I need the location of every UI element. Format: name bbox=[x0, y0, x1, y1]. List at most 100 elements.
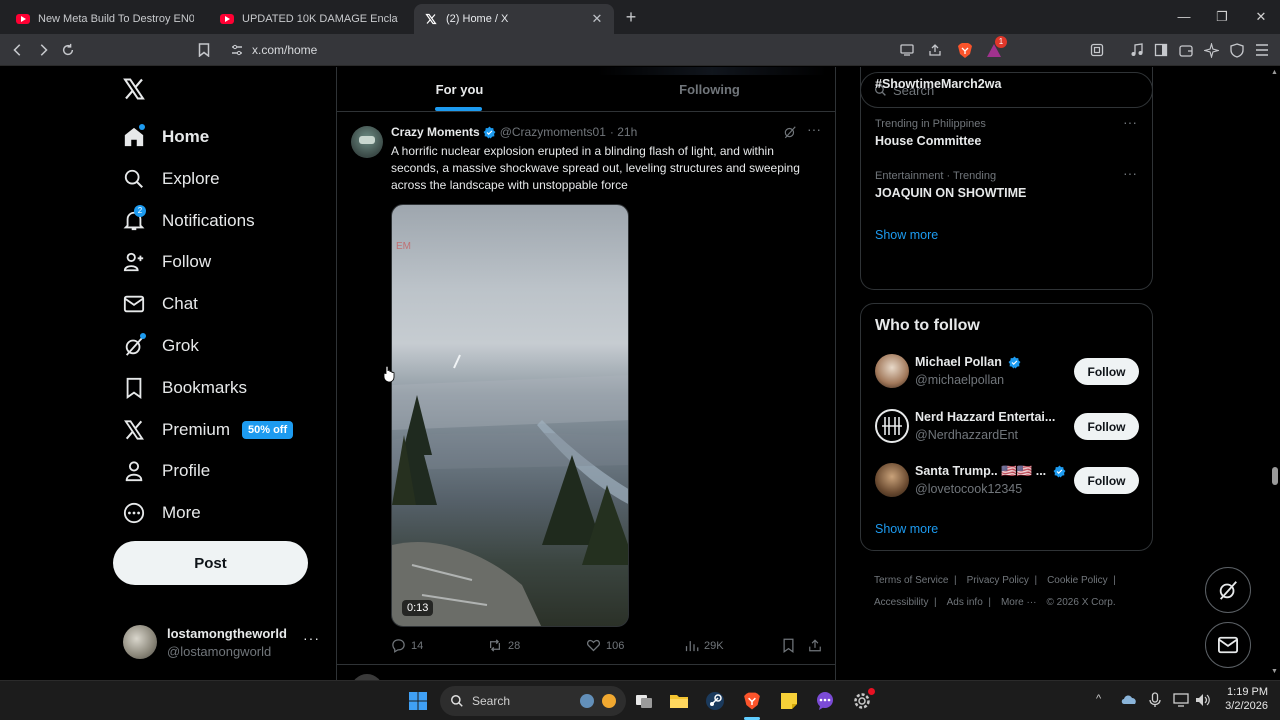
views-button[interactable]: 29K bbox=[684, 638, 724, 653]
file-explorer-icon[interactable] bbox=[666, 688, 692, 714]
minimize-button[interactable]: — bbox=[1166, 6, 1202, 28]
more-options-icon[interactable]: ··· bbox=[303, 630, 320, 646]
avatar[interactable] bbox=[875, 463, 909, 497]
browser-tab[interactable]: UPDATED 10K DAMAGE Enclave Plas bbox=[210, 4, 408, 34]
footer-link-ads[interactable]: Ads info bbox=[947, 597, 983, 608]
bookmark-page-icon[interactable] bbox=[194, 40, 214, 60]
account-switcher[interactable]: lostamongtheworld @lostamongworld ··· bbox=[113, 619, 328, 665]
follow-button[interactable]: Follow bbox=[1074, 358, 1139, 385]
screenshot-icon[interactable] bbox=[1087, 40, 1107, 60]
cast-icon[interactable] bbox=[897, 40, 917, 60]
media-icon[interactable] bbox=[1127, 40, 1147, 60]
browser-tab[interactable]: New Meta Build To Destroy EN06 Shi bbox=[6, 4, 204, 34]
tweet-avatar[interactable] bbox=[351, 126, 383, 158]
vpn-icon[interactable] bbox=[1227, 40, 1247, 60]
scrollbar[interactable]: ▲ ▼ bbox=[1269, 67, 1280, 680]
brave-shield-icon[interactable] bbox=[955, 40, 975, 60]
grok-tweet-icon[interactable] bbox=[783, 125, 797, 139]
brave-browser-icon[interactable] bbox=[739, 688, 765, 714]
trend-item[interactable]: Trending in Philippines House Committee bbox=[875, 118, 986, 148]
repost-button[interactable]: 28 bbox=[487, 638, 520, 653]
close-window-button[interactable]: ✕ bbox=[1243, 6, 1279, 28]
follow-show-more-link[interactable]: Show more bbox=[875, 522, 938, 536]
show-hidden-icons-icon[interactable]: ^ bbox=[1096, 693, 1101, 705]
nav-grok[interactable]: Grok bbox=[122, 329, 199, 363]
task-view-icon[interactable] bbox=[631, 688, 657, 714]
sidebar-toggle-icon[interactable] bbox=[1151, 40, 1171, 60]
bookmark-tweet-icon[interactable] bbox=[782, 638, 795, 653]
nav-chat[interactable]: Chat bbox=[122, 287, 198, 321]
tweet-author[interactable]: Crazy Moments bbox=[391, 125, 480, 139]
post-button[interactable]: Post bbox=[113, 541, 308, 585]
windows-start-icon[interactable] bbox=[405, 688, 431, 714]
tab-following[interactable]: Following bbox=[582, 67, 837, 111]
reply-button[interactable]: 14 bbox=[391, 638, 423, 653]
nav-label: Chat bbox=[162, 294, 198, 313]
steam-icon[interactable] bbox=[702, 688, 728, 714]
like-button[interactable]: 106 bbox=[586, 638, 624, 653]
system-clock[interactable]: 1:19 PM 3/2/2026 bbox=[1218, 686, 1268, 712]
site-info-icon[interactable] bbox=[222, 44, 252, 56]
leo-ai-icon[interactable] bbox=[1201, 40, 1221, 60]
share-icon[interactable] bbox=[925, 40, 945, 60]
forward-icon[interactable] bbox=[33, 40, 53, 60]
trend-more-icon[interactable]: ··· bbox=[1123, 114, 1137, 130]
tweet-video[interactable]: EM 0:13 bbox=[391, 204, 629, 627]
suggestion-name[interactable]: Michael Pollan bbox=[915, 355, 1021, 369]
microphone-icon[interactable] bbox=[1149, 692, 1161, 708]
nav-notifications[interactable]: 2 Notifications bbox=[122, 204, 255, 238]
onedrive-icon[interactable] bbox=[1121, 693, 1137, 705]
new-tab-button[interactable]: + bbox=[622, 8, 640, 26]
avatar[interactable] bbox=[875, 354, 909, 388]
browser-tab-active[interactable]: (2) Home / X ✕ bbox=[414, 4, 614, 34]
restore-button[interactable]: ❐ bbox=[1204, 6, 1240, 28]
footer-link-privacy[interactable]: Privacy Policy bbox=[967, 575, 1029, 586]
nav-profile[interactable]: Profile bbox=[122, 454, 210, 488]
nav-more[interactable]: More bbox=[122, 496, 201, 530]
suggestion-name[interactable]: Santa Trump.. 🇺🇸🇺🇸 ... bbox=[915, 464, 1066, 479]
avatar[interactable] bbox=[875, 409, 909, 443]
tab-for-you[interactable]: For you bbox=[337, 67, 582, 111]
scrollbar-thumb[interactable] bbox=[1272, 467, 1278, 485]
brave-rewards-icon[interactable]: 1 bbox=[984, 36, 1007, 60]
back-icon[interactable] bbox=[8, 40, 28, 60]
trend-item[interactable]: #ShowtimeMarch2wa bbox=[875, 77, 1001, 91]
settings-gear-icon[interactable] bbox=[849, 688, 875, 714]
sticky-notes-icon[interactable] bbox=[776, 688, 802, 714]
footer-link-terms[interactable]: Terms of Service bbox=[874, 575, 948, 586]
sidebar-footer: Terms of Service | Privacy Policy | Cook… bbox=[874, 575, 1116, 608]
share-tweet-icon[interactable] bbox=[808, 638, 822, 653]
scroll-up-icon[interactable]: ▲ bbox=[1271, 69, 1278, 76]
suggestion-name[interactable]: Nerd Hazzard Entertai... bbox=[915, 410, 1055, 424]
nav-home[interactable]: Home bbox=[122, 120, 209, 154]
menu-icon[interactable] bbox=[1252, 40, 1272, 60]
x-logo-icon[interactable] bbox=[122, 77, 146, 101]
close-tab-icon[interactable]: ✕ bbox=[590, 11, 604, 27]
footer-link-cookie[interactable]: Cookie Policy bbox=[1047, 575, 1108, 586]
tweet-handle[interactable]: @Crazymoments01 bbox=[500, 125, 606, 139]
nav-follow[interactable]: Follow bbox=[122, 245, 211, 279]
footer-link-accessibility[interactable]: Accessibility bbox=[874, 597, 928, 608]
tweet-more-icon[interactable]: ··· bbox=[807, 121, 821, 137]
tweet[interactable]: Crazy Moments @Crazymoments01 · 21h ··· … bbox=[337, 112, 835, 664]
messages-float-button[interactable] bbox=[1205, 622, 1251, 668]
nav-premium[interactable]: Premium 50% off bbox=[122, 413, 294, 447]
network-icon[interactable] bbox=[1173, 693, 1189, 707]
footer-link-more[interactable]: More ··· bbox=[1001, 597, 1037, 608]
trends-show-more-link[interactable]: Show more bbox=[875, 228, 938, 242]
follow-button[interactable]: Follow bbox=[1074, 467, 1139, 494]
taskbar-search[interactable]: Search bbox=[440, 686, 626, 716]
volume-icon[interactable] bbox=[1195, 693, 1211, 707]
reload-icon[interactable] bbox=[58, 40, 78, 60]
address-bar[interactable]: x.com/home bbox=[222, 38, 882, 62]
scroll-down-icon[interactable]: ▼ bbox=[1271, 668, 1278, 675]
grok-float-button[interactable] bbox=[1205, 567, 1251, 613]
trend-more-icon[interactable]: ··· bbox=[1123, 165, 1137, 181]
trend-item[interactable]: Entertainment · Trending JOAQUIN ON SHOW… bbox=[875, 170, 1026, 200]
nav-explore[interactable]: Explore bbox=[122, 162, 220, 196]
chat-app-icon[interactable] bbox=[812, 688, 838, 714]
follow-button[interactable]: Follow bbox=[1074, 413, 1139, 440]
tweet-time[interactable]: · 21h bbox=[610, 125, 637, 139]
wallet-icon[interactable] bbox=[1176, 40, 1196, 60]
nav-bookmarks[interactable]: Bookmarks bbox=[122, 371, 247, 405]
